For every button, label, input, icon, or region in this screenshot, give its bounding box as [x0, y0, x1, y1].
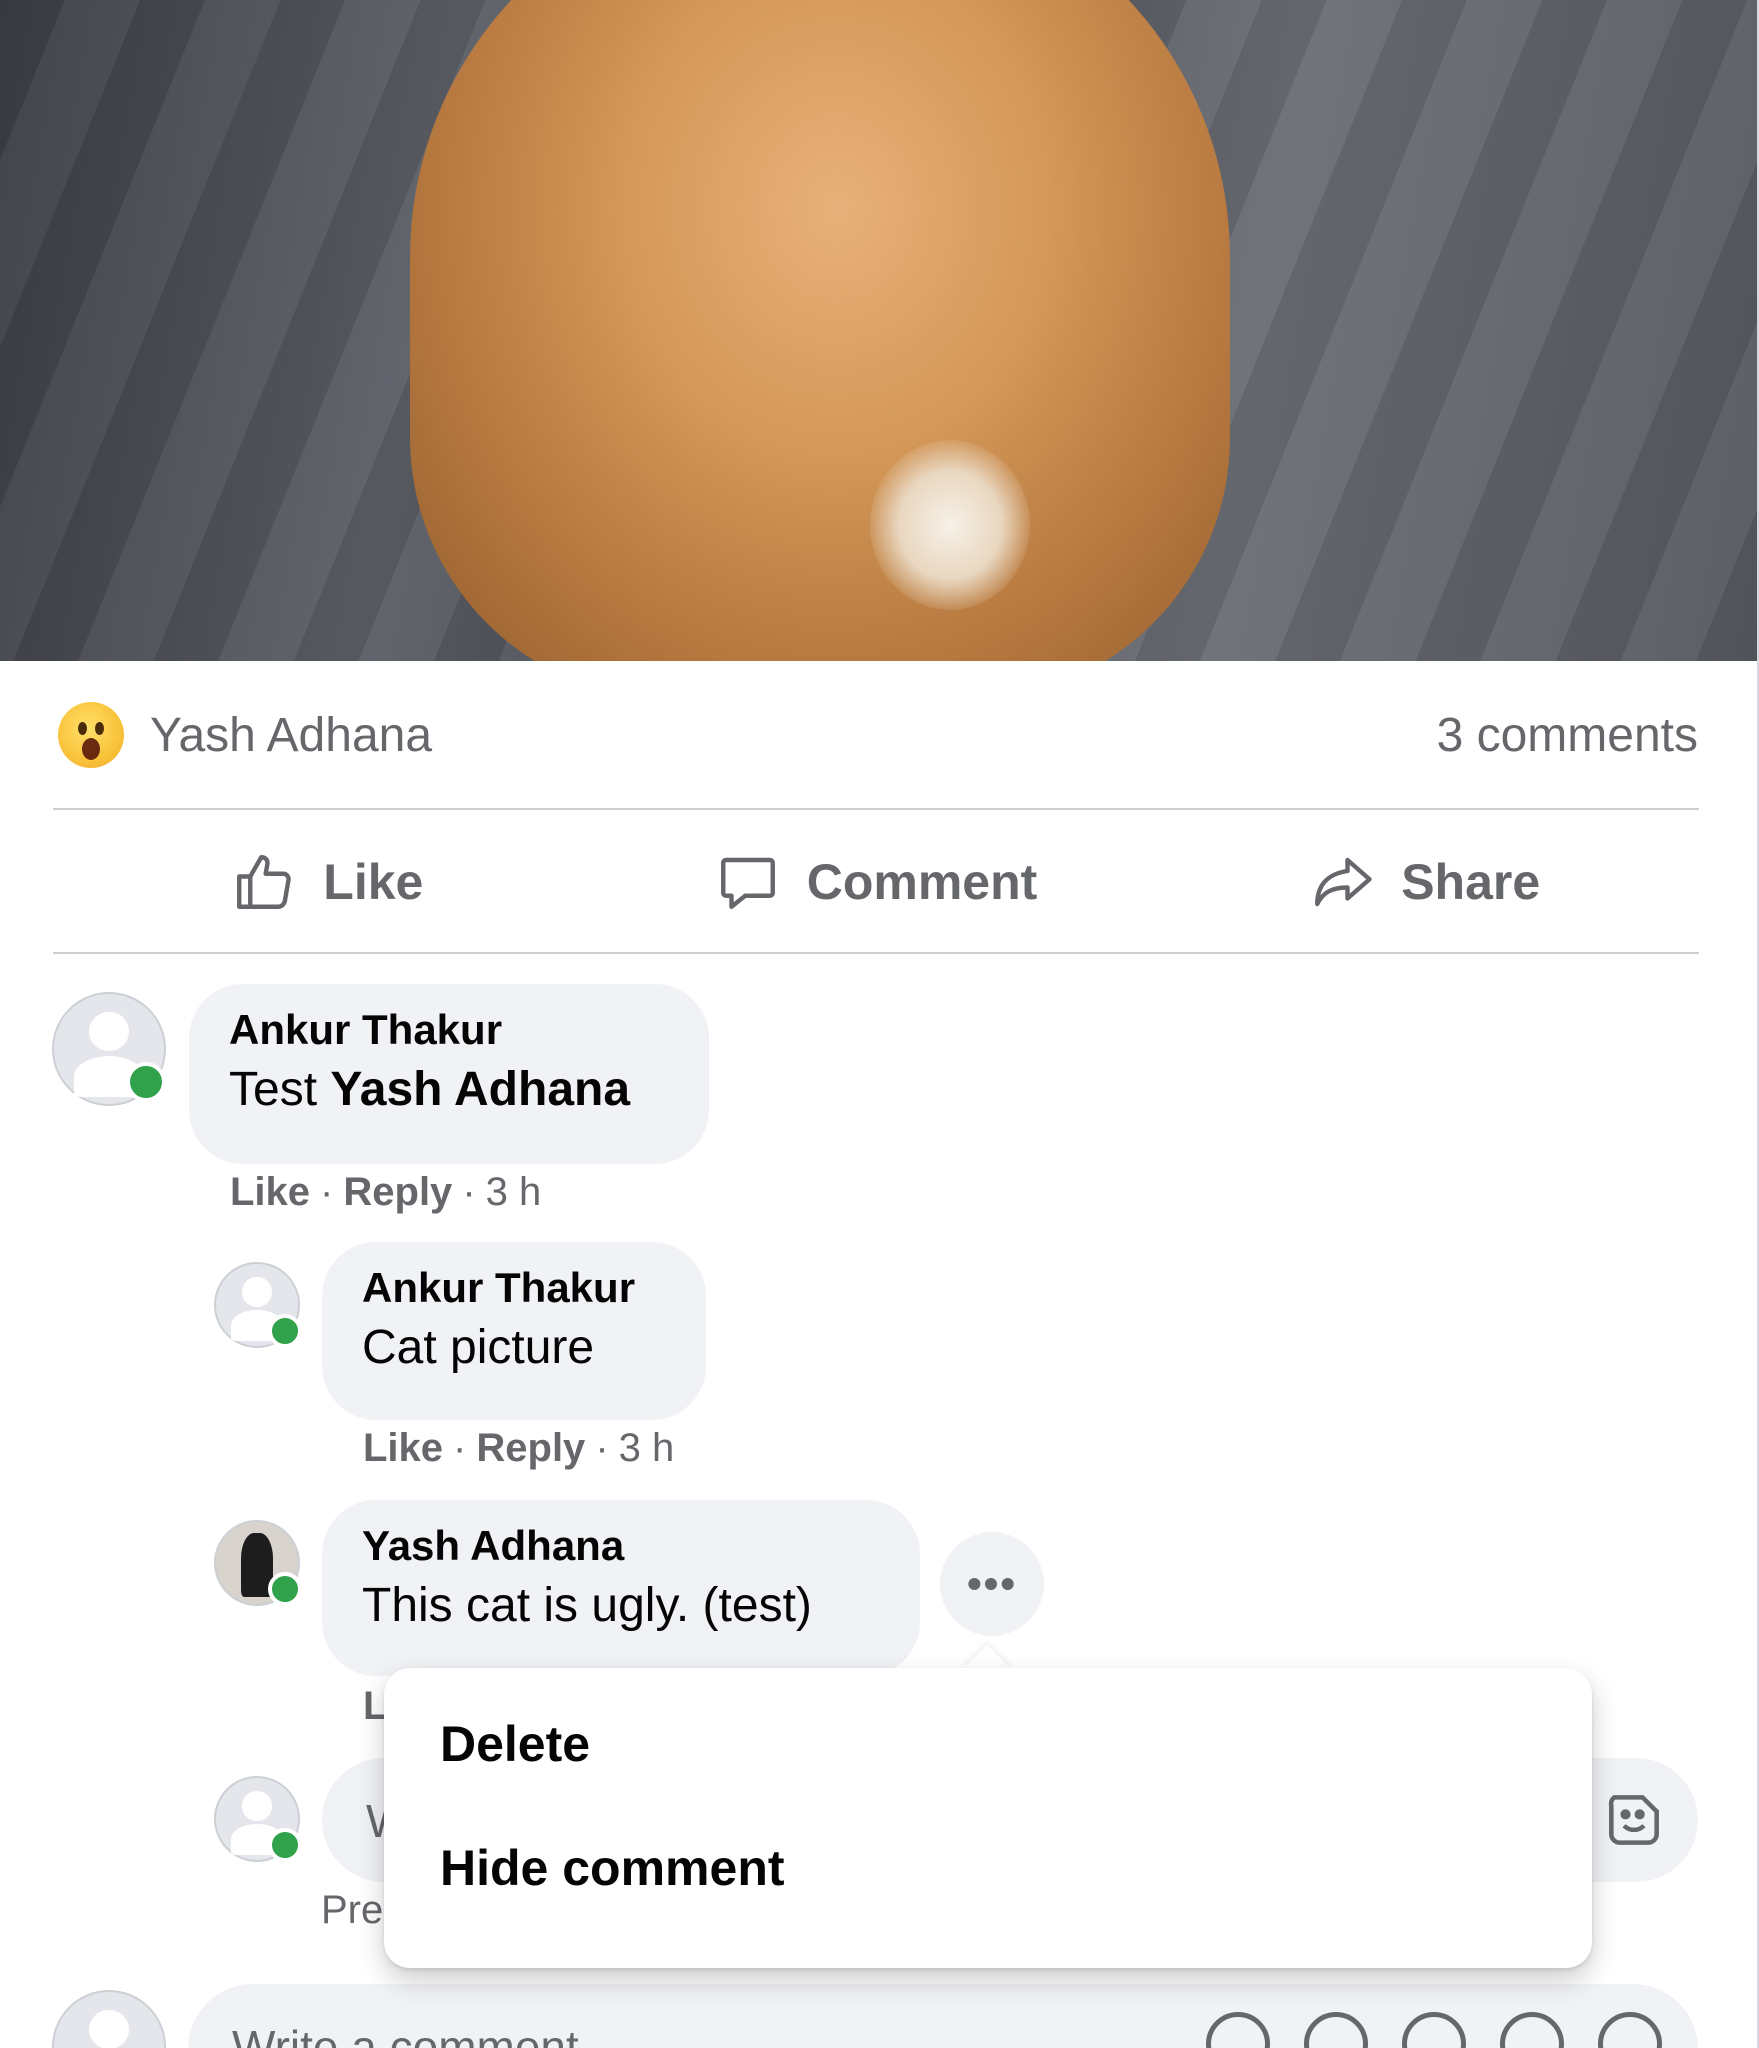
comment-author[interactable]: Ankur Thakur: [362, 1264, 666, 1312]
mention-link[interactable]: Yash Adhana: [330, 1063, 630, 1116]
comment-count[interactable]: 3 comments: [1437, 708, 1698, 763]
like-button[interactable]: Like: [53, 849, 602, 915]
avatar[interactable]: [52, 1990, 166, 2048]
comment-author[interactable]: Ankur Thakur: [229, 1006, 669, 1054]
delete-menu-item[interactable]: Delete: [384, 1682, 1592, 1806]
avatar[interactable]: [214, 1776, 302, 1862]
online-status-dot: [126, 1062, 166, 1102]
avatar[interactable]: [52, 992, 166, 1106]
online-status-dot: [268, 1314, 302, 1348]
speech-bubble-icon: [720, 857, 775, 909]
surprised-face-emoji-icon: [58, 702, 124, 768]
post-photo[interactable]: [0, 0, 1757, 661]
comment-label: Comment: [806, 854, 1038, 910]
comment-author[interactable]: Yash Adhana: [362, 1522, 880, 1570]
share-button[interactable]: Share: [1150, 849, 1699, 915]
cat-chest: [870, 440, 1030, 610]
avatar-sticker-icon[interactable]: [1206, 2012, 1270, 2048]
comment-text: Cat picture: [362, 1321, 595, 1374]
online-status-dot: [268, 1828, 302, 1862]
thumbs-up-icon: [237, 855, 292, 909]
write-comment-placeholder: Write a comment...: [232, 2021, 618, 2048]
reaction-summary: Yash Adhana 3 comments: [58, 700, 1698, 770]
comment-reply-link[interactable]: Reply: [476, 1426, 585, 1470]
reaction-summary-left[interactable]: Yash Adhana: [58, 702, 432, 768]
comment-like-link[interactable]: Like: [230, 1170, 310, 1214]
comment-timestamp[interactable]: 3 h: [619, 1426, 675, 1470]
post-card: Yash Adhana 3 comments Like Comment Shar…: [0, 0, 1759, 2048]
comment-button[interactable]: Comment: [602, 849, 1151, 915]
write-comment-input[interactable]: Write a comment...: [188, 1984, 1698, 2048]
avatar[interactable]: [214, 1520, 302, 1606]
more-options-button[interactable]: •••: [940, 1532, 1044, 1636]
comment-bubble[interactable]: Ankur Thakur Test Yash Adhana: [189, 984, 709, 1164]
emoji-icon[interactable]: [1304, 2012, 1368, 2048]
comment-meta: Like · Reply · 3 h: [230, 1170, 542, 1214]
comment-text: This cat is ugly. (test): [362, 1579, 812, 1632]
comment-bubble[interactable]: Ankur Thakur Cat picture: [322, 1242, 706, 1420]
comment-text: Test Yash Adhana: [229, 1062, 669, 1117]
like-label: Like: [323, 854, 424, 910]
comment-options-menu: Delete Hide comment: [384, 1668, 1592, 1968]
comment-like-link[interactable]: Like: [363, 1426, 443, 1470]
comment-meta: Like · Reply · 3 h: [363, 1426, 675, 1470]
comment-text-prefix: Test: [229, 1063, 331, 1116]
divider: [53, 952, 1699, 954]
gif-icon[interactable]: [1500, 2012, 1564, 2048]
share-arrow-icon: [1315, 857, 1372, 907]
online-status-dot: [268, 1572, 302, 1606]
divider: [53, 808, 1699, 810]
reactor-name[interactable]: Yash Adhana: [150, 708, 432, 763]
cat-body: [410, 0, 1230, 661]
sticker-icon[interactable]: [1600, 1786, 1668, 1854]
composer-icons: [1206, 2012, 1662, 2048]
post-actions-bar: Like Comment Share: [53, 812, 1699, 952]
camera-icon[interactable]: [1402, 2012, 1466, 2048]
comment-timestamp[interactable]: 3 h: [486, 1170, 542, 1214]
hide-comment-menu-item[interactable]: Hide comment: [384, 1806, 1592, 1930]
sticker-icon[interactable]: [1598, 2012, 1662, 2048]
press-esc-hint: Pre: [321, 1888, 384, 1932]
comment-bubble[interactable]: Yash Adhana This cat is ugly. (test): [322, 1500, 920, 1676]
avatar[interactable]: [214, 1262, 302, 1348]
comment-reply-link[interactable]: Reply: [343, 1170, 452, 1214]
share-label: Share: [1401, 854, 1541, 910]
